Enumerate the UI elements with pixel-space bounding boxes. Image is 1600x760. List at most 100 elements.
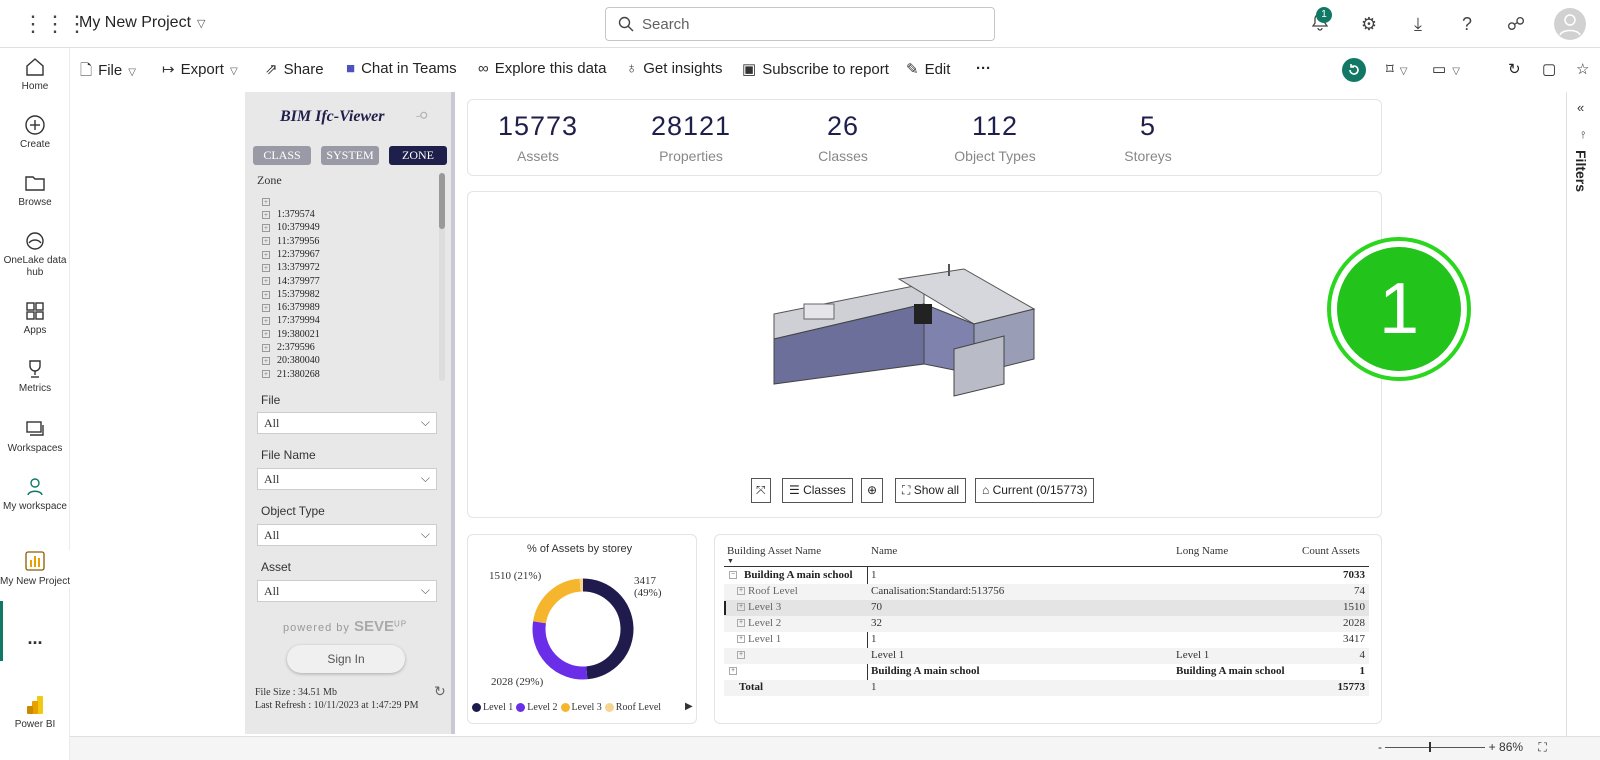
classes-button[interactable]: ☰ Classes [782, 478, 853, 503]
expand-plus-icon[interactable]: + [737, 651, 745, 659]
tab-system[interactable]: SYSTEM [321, 146, 379, 165]
file-menu[interactable]: 🗋 File ▽ [80, 60, 136, 85]
expand-plus-icon[interactable]: + [737, 619, 745, 627]
nav-browse[interactable]: Browse [0, 172, 70, 208]
ifc-3d-viewer[interactable] [467, 191, 1382, 518]
file-name-filter-select[interactable]: All ⌵ [257, 468, 437, 490]
zone-item[interactable]: +11:379956 [262, 235, 319, 248]
table-row[interactable]: Total 1 15773 [724, 680, 1369, 696]
th-building-asset-name[interactable]: Building Asset Name [727, 545, 821, 557]
reset-icon[interactable] [1342, 58, 1366, 86]
zone-item[interactable]: +20:380040 [262, 354, 320, 367]
user-avatar[interactable] [1554, 8, 1586, 40]
edit-button[interactable]: ✎ Edit [906, 60, 950, 78]
nav-workspaces[interactable]: Workspaces [0, 418, 70, 454]
chat-in-teams-button[interactable]: ■ Chat in Teams [346, 60, 457, 77]
nav-my-workspace[interactable]: My workspace [0, 476, 70, 513]
table-row[interactable]: − Building A main school 1 7033 [724, 568, 1369, 584]
nav-create[interactable]: Create [0, 114, 70, 150]
zone-item[interactable]: +15:379982 [262, 288, 320, 301]
expand-plus-icon[interactable]: − [729, 571, 737, 579]
donut-slice-level-2[interactable] [532, 621, 588, 680]
th-long-name[interactable]: Long Name [1176, 545, 1228, 557]
expand-plus-icon[interactable]: + [737, 635, 745, 643]
get-insights-button[interactable]: ♁ Get insights [626, 60, 722, 77]
donut-slice-level-1[interactable] [582, 578, 634, 680]
zone-item[interactable]: +16:379989 [262, 301, 320, 314]
asset-filter-select[interactable]: All ⌵ [257, 580, 437, 602]
nav-apps[interactable]: Apps [0, 300, 70, 336]
table-row[interactable]: + Level 2 32 2028 [724, 616, 1369, 632]
th-count-assets[interactable]: Count Assets [1302, 545, 1360, 557]
refresh-data-icon[interactable]: ↻ [434, 683, 446, 700]
nav-my-new-project[interactable]: My New Project [0, 550, 70, 588]
table-row[interactable]: + Level 3 70 1510 [724, 600, 1369, 616]
th-name[interactable]: Name [871, 545, 897, 557]
project-switcher[interactable]: My New Project ▽ [79, 14, 206, 32]
table-row[interactable]: + Roof Level Canalisation:Standard:513756 7… [724, 584, 1369, 600]
current-selection-button[interactable]: ⌂ Current (0/15773) [975, 478, 1095, 503]
expand-plus-icon[interactable]: + [729, 667, 737, 675]
zone-item[interactable]: +2:379596 [262, 341, 315, 354]
refresh-icon[interactable]: ↻ [1508, 60, 1521, 78]
cell-name: 32 [871, 617, 882, 629]
zone-expand-all[interactable]: + [262, 195, 277, 208]
nav-more[interactable]: ... [0, 628, 70, 649]
comment-icon[interactable]: ▢ [1542, 60, 1556, 78]
subscribe-button[interactable]: ▣ Subscribe to report [742, 60, 889, 78]
search-box[interactable]: Search [605, 7, 995, 41]
zone-item[interactable]: +13:379972 [262, 261, 320, 274]
table-row[interactable]: + Level 1 Level 1 4 [724, 648, 1369, 664]
step-number: 1 [1337, 247, 1461, 371]
zone-item[interactable]: +14:379977 [262, 275, 320, 288]
tab-zone[interactable]: ZONE [389, 146, 447, 165]
zone-item[interactable]: +10:379949 [262, 221, 320, 234]
legend-item[interactable]: Level 1 [472, 702, 513, 713]
app-launcher-icon[interactable]: ⋮⋮⋮ [22, 12, 88, 36]
table-row[interactable]: + Level 1 1 3417 [724, 632, 1369, 648]
object-type-filter-select[interactable]: All ⌵ [257, 524, 437, 546]
view-icon[interactable]: ▭ ▽ [1432, 60, 1460, 78]
collapse-chevron-icon[interactable]: « [1577, 100, 1584, 115]
export-menu[interactable]: ↦ Export ▽ [162, 60, 238, 78]
nav-metrics[interactable]: Metrics [0, 358, 70, 394]
fullscreen-button[interactable]: ⤧ [751, 478, 771, 503]
donut-chart[interactable] [527, 573, 639, 685]
zone-item[interactable]: +12:379967 [262, 248, 320, 261]
legend-next-icon[interactable]: ▶ [685, 701, 693, 712]
zoom-control[interactable]: - + 86% ⛶ [1378, 740, 1547, 755]
tab-class[interactable]: CLASS [253, 146, 311, 165]
nav-home[interactable]: Home [0, 56, 70, 92]
focus-target-button[interactable]: ⊕ [861, 478, 884, 503]
expand-plus-icon[interactable]: + [737, 603, 745, 611]
sign-in-button[interactable]: Sign In [287, 645, 405, 673]
table-row[interactable]: + Building A main school Building A main s… [724, 664, 1369, 680]
zone-scrollbar-thumb[interactable] [439, 173, 445, 229]
legend-item[interactable]: Level 2 [516, 702, 558, 713]
legend-item[interactable]: Roof Level [604, 702, 661, 713]
donut-slice-level-3[interactable] [533, 578, 581, 624]
download-icon[interactable]: ⤓ [1406, 12, 1430, 36]
help-icon[interactable]: ? [1455, 12, 1479, 36]
favorite-star-icon[interactable]: ☆ [1576, 60, 1589, 78]
nav-power-bi[interactable]: Power BI [0, 694, 70, 730]
bookmark-icon[interactable]: ⌑ ▽ [1386, 60, 1407, 78]
expand-plus-icon[interactable]: + [737, 587, 745, 595]
zone-item[interactable]: +21:380268 [262, 368, 320, 381]
create-plus-icon [25, 115, 45, 135]
more-options-button[interactable]: ··· [976, 60, 991, 77]
feedback-people-icon[interactable]: ☍ [1504, 12, 1528, 36]
settings-gear-icon[interactable]: ⚙ [1357, 12, 1381, 36]
zone-item[interactable]: +1:379574 [262, 208, 315, 221]
zoom-level: 86% [1499, 740, 1524, 754]
zone-item[interactable]: +19:380021 [262, 328, 320, 341]
show-all-button[interactable]: ⛶ Show all [895, 478, 967, 503]
fit-page-icon[interactable]: ⛶ [1538, 740, 1546, 754]
share-button[interactable]: ⇗ Share [265, 60, 324, 78]
explore-data-button[interactable]: ∞ Explore this data [478, 60, 606, 77]
nav-onelake[interactable]: OneLake data hub [0, 230, 70, 279]
file-filter-select[interactable]: All ⌵ [257, 412, 437, 434]
zone-item[interactable]: +17:379994 [262, 314, 320, 327]
building-model-render[interactable] [764, 264, 1054, 399]
legend-item[interactable]: Level 3 [560, 702, 602, 713]
